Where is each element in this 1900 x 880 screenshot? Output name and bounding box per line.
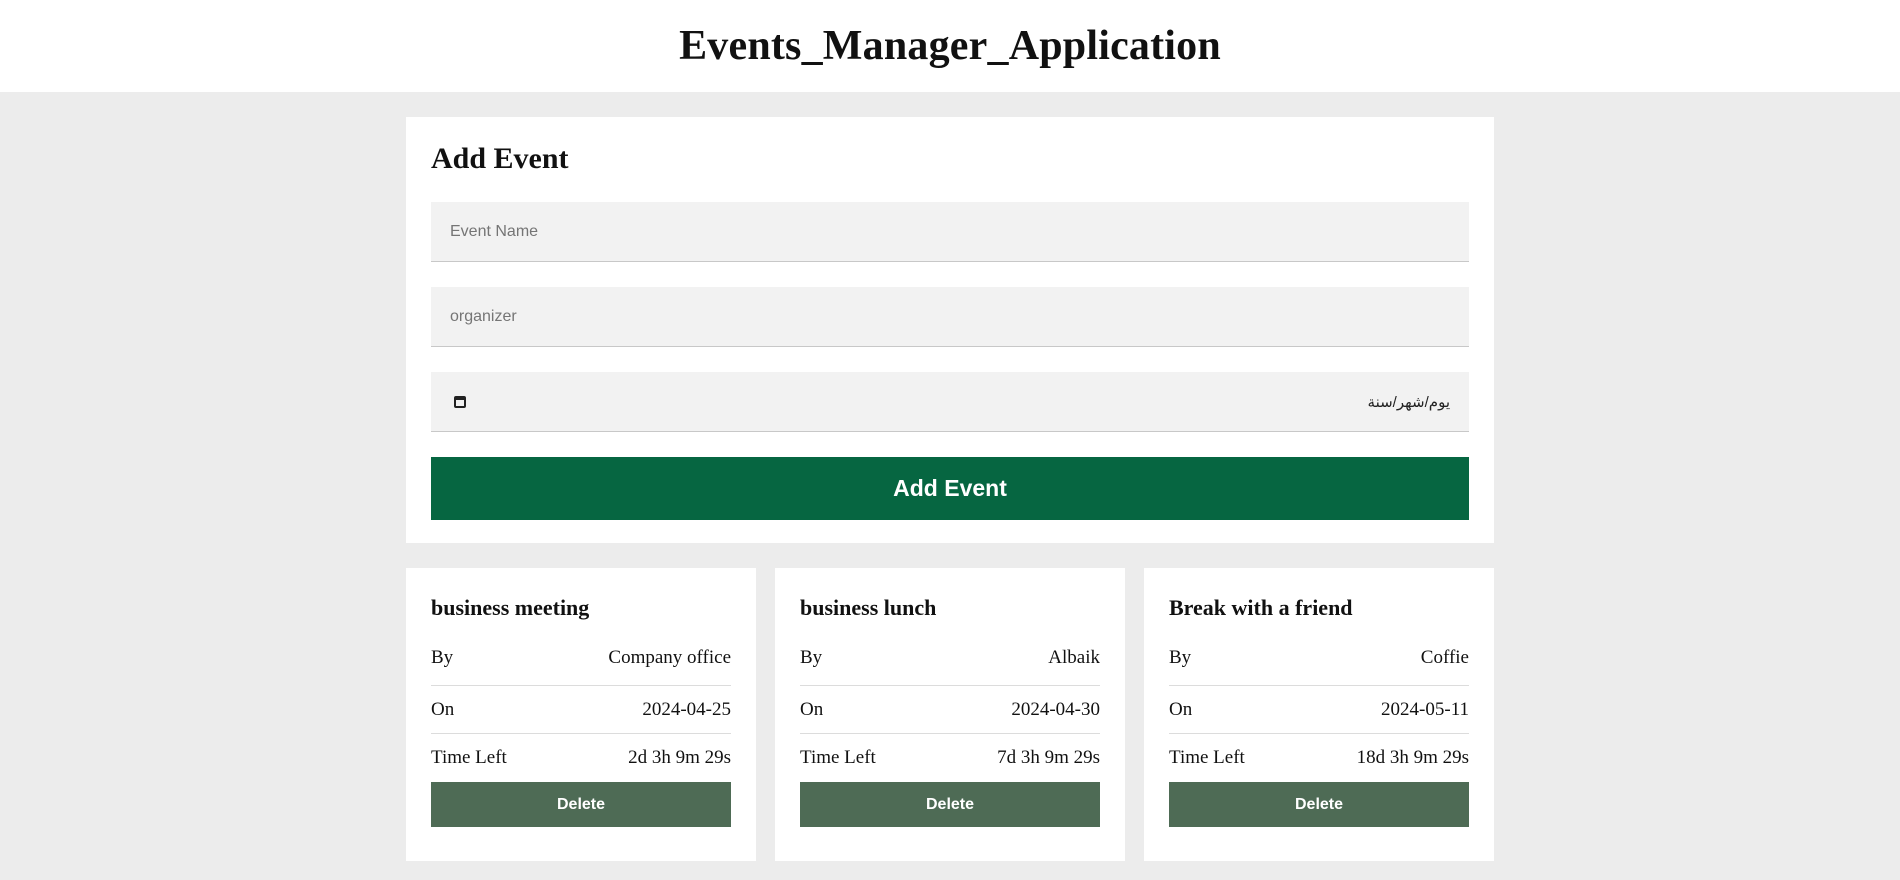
date-input[interactable]: يوم/شهر/سنة — [431, 372, 1469, 432]
organizer-label: By — [431, 647, 454, 668]
date-row: On 2024-05-11 — [1169, 685, 1469, 733]
delete-button[interactable]: Delete — [800, 782, 1100, 827]
app-header: Events_Manager_Application — [0, 0, 1900, 92]
organizer-row: By Company office — [431, 647, 731, 685]
time-left-row: Time Left 18d 3h 9m 29s — [1169, 733, 1469, 782]
event-card: Break with a friend By Coffie On 2024-05… — [1144, 568, 1494, 861]
event-title: Break with a friend — [1169, 595, 1353, 620]
time-left-label: Time Left — [431, 747, 507, 768]
time-left-row: Time Left 7d 3h 9m 29s — [800, 733, 1100, 782]
form-title: Add Event — [431, 142, 569, 175]
add-event-form: Add Event Event Name organizer يوم/شهر/س… — [406, 117, 1494, 543]
main-container: Add Event Event Name organizer يوم/شهر/س… — [406, 117, 1494, 861]
event-title: business meeting — [431, 595, 590, 620]
delete-button[interactable]: Delete — [431, 782, 731, 827]
delete-button[interactable]: Delete — [1169, 782, 1469, 827]
organizer-placeholder: organizer — [450, 307, 517, 325]
date-label: On — [800, 698, 824, 720]
add-event-button[interactable]: Add Event — [431, 457, 1469, 520]
time-left-value: 7d 3h 9m 29s — [997, 747, 1100, 768]
date-row: On 2024-04-25 — [431, 685, 731, 733]
event-name-input[interactable]: Event Name — [431, 202, 1469, 262]
event-card: business meeting By Company office On 20… — [406, 568, 756, 861]
date-placeholder: يوم/شهر/سنة — [1367, 393, 1450, 411]
time-left-row: Time Left 2d 3h 9m 29s — [431, 733, 731, 782]
date-label: On — [1169, 698, 1193, 720]
calendar-icon[interactable] — [454, 395, 466, 408]
organizer-label: By — [800, 647, 823, 668]
date-value: 2024-04-30 — [1011, 698, 1100, 720]
time-left-label: Time Left — [1169, 747, 1245, 768]
event-list: business meeting By Company office On 20… — [406, 568, 1494, 861]
organizer-value: Coffie — [1420, 647, 1469, 668]
app-title: Events_Manager_Application — [679, 23, 1221, 69]
organizer-row: By Albaik — [800, 647, 1100, 685]
date-value: 2024-04-25 — [642, 698, 731, 720]
event-title: business lunch — [800, 595, 937, 620]
organizer-label: By — [1169, 647, 1192, 668]
event-card: business lunch By Albaik On 2024-04-30 T… — [775, 568, 1125, 861]
time-left-value: 2d 3h 9m 29s — [628, 747, 731, 768]
date-label: On — [431, 698, 455, 720]
organizer-input[interactable]: organizer — [431, 287, 1469, 347]
organizer-value: Albaik — [1048, 647, 1100, 668]
date-value: 2024-05-11 — [1381, 698, 1469, 720]
organizer-value: Company office — [608, 647, 731, 668]
time-left-label: Time Left — [800, 747, 876, 768]
time-left-value: 18d 3h 9m 29s — [1356, 747, 1469, 768]
event-name-placeholder: Event Name — [450, 222, 539, 240]
organizer-row: By Coffie — [1169, 647, 1469, 685]
date-row: On 2024-04-30 — [800, 685, 1100, 733]
